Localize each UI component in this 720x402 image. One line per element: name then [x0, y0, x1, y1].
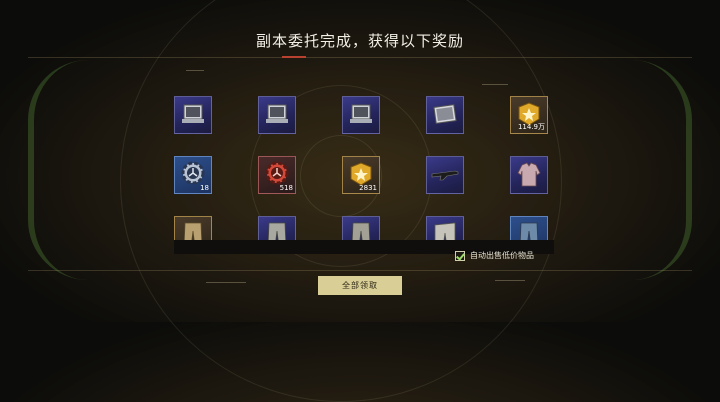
bottom-divider	[28, 270, 692, 271]
laptop-icon	[350, 104, 372, 123]
reward-item[interactable]: 114.9万	[510, 96, 548, 134]
page-title: 副本委托完成，获得以下奖励	[255, 32, 464, 50]
rifle-icon	[431, 170, 459, 181]
reward-item[interactable]	[510, 156, 548, 194]
reward-item[interactable]	[342, 96, 380, 134]
title-accent	[282, 56, 306, 58]
laptop-icon	[182, 104, 204, 123]
jacket-icon	[517, 162, 541, 187]
item-quantity: 114.9万	[517, 123, 545, 131]
reward-item[interactable]: 18	[174, 156, 212, 194]
laptop-icon	[433, 104, 457, 124]
top-divider	[28, 57, 692, 58]
left-arc-decoration	[28, 60, 94, 280]
reward-item[interactable]: 2831	[342, 156, 380, 194]
auto-sell-checkbox[interactable]	[455, 250, 465, 261]
item-quantity: 2831	[359, 184, 377, 192]
reward-item[interactable]: 518	[258, 156, 296, 194]
reward-item[interactable]	[426, 96, 464, 134]
hud-tick	[482, 84, 508, 85]
claim-all-button[interactable]: 全部领取	[318, 276, 402, 295]
reward-item[interactable]	[426, 156, 464, 194]
item-quantity: 18	[200, 184, 209, 192]
auto-sell-toggle[interactable]: 自动出售低价物品	[455, 250, 534, 261]
hud-tick	[206, 282, 246, 283]
right-arc-decoration	[626, 60, 692, 280]
auto-sell-label: 自动出售低价物品	[470, 251, 534, 260]
reward-item[interactable]	[174, 96, 212, 134]
hud-tick	[495, 280, 525, 281]
hud-tick	[186, 70, 204, 71]
item-quantity: 518	[279, 184, 293, 192]
reward-item[interactable]	[258, 96, 296, 134]
laptop-icon	[266, 104, 288, 123]
